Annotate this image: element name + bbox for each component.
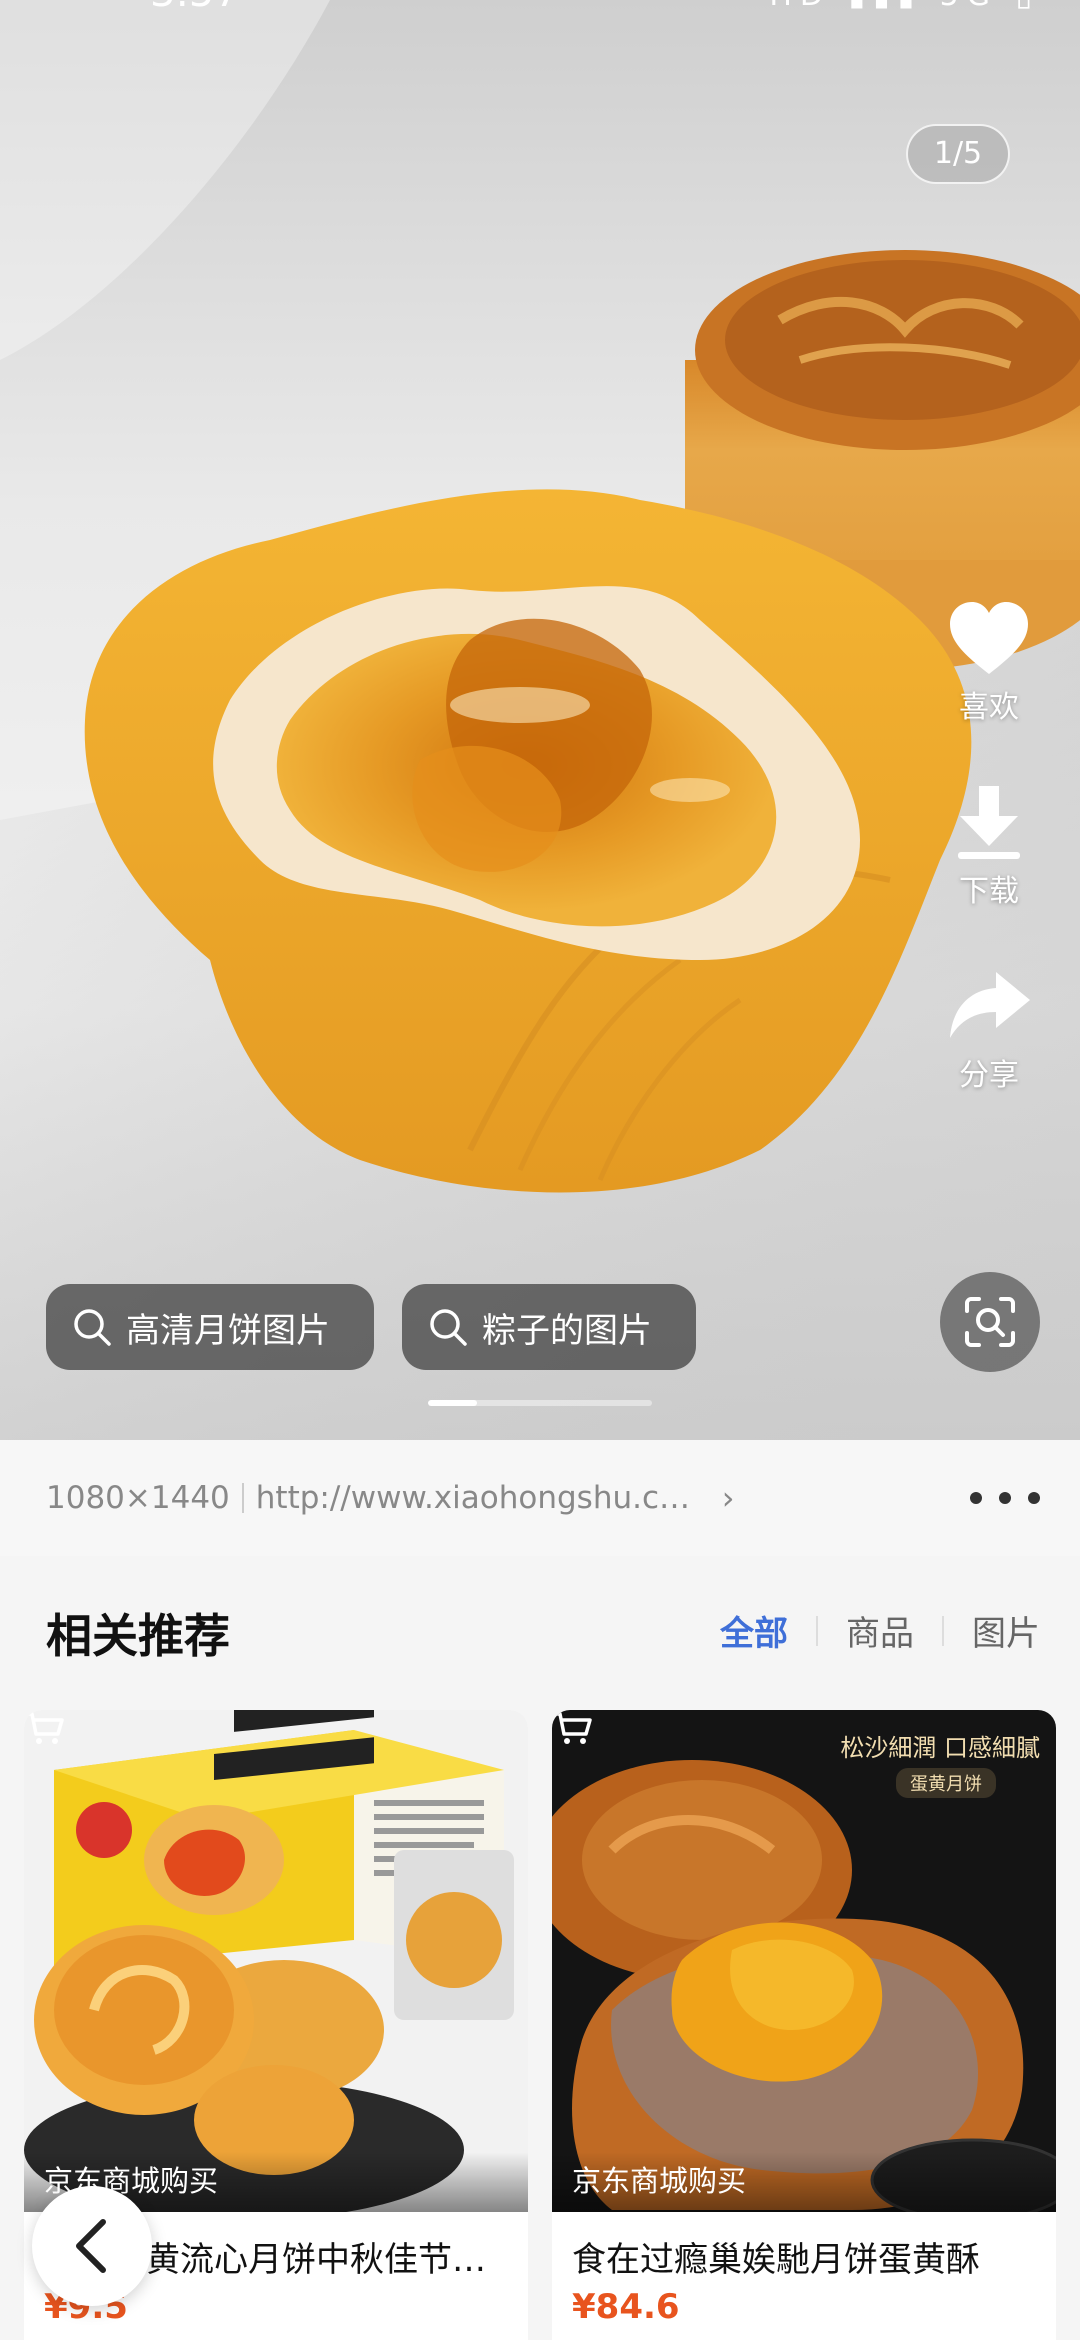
product-image: 松沙細潤 口感細膩 蛋黄月饼 京东商城购买 <box>552 1710 1056 2212</box>
like-button[interactable]: 喜欢 <box>924 598 1054 726</box>
banner-tag: 蛋黄月饼 <box>896 1768 996 1798</box>
like-label: 喜欢 <box>959 690 1019 725</box>
related-title: 相关推荐 <box>46 1609 230 1663</box>
carousel-progress <box>428 1400 652 1406</box>
share-button[interactable]: 分享 <box>924 966 1054 1094</box>
product-image: 京东商城购买 <box>24 1710 528 2212</box>
product-price: ¥84.6 <box>572 2287 680 2327</box>
tab-products[interactable]: 商品 <box>846 1606 914 1655</box>
product-name: 食在过瘾巢娭馳月饼蛋黄酥 <box>572 2240 980 2280</box>
dot <box>1028 1492 1040 1504</box>
search-chip-mooncake[interactable]: 高清月饼图片 <box>46 1284 374 1370</box>
banner-text: 松沙細潤 口感細膩 <box>840 1734 1040 1762</box>
divider <box>241 1483 244 1513</box>
status-time: 3:57 <box>150 0 240 16</box>
share-label: 分享 <box>959 1058 1019 1093</box>
mooncake-box-image <box>24 1710 528 2212</box>
image-dimensions: 1080×1440 <box>46 1480 230 1516</box>
source-url-link[interactable]: http://www.xiaohongshu.com/explore <box>256 1480 706 1516</box>
status-icons: HD ▮▮▮ 5G ▯ <box>769 0 1040 13</box>
more-options-button[interactable] <box>970 1470 1040 1526</box>
share-icon <box>950 972 1030 1038</box>
dot <box>999 1492 1011 1504</box>
search-chip-label: 高清月饼图片 <box>126 1310 330 1351</box>
chevron-right-icon[interactable]: › <box>722 1479 735 1517</box>
search-chip-label: 粽子的图片 <box>482 1310 652 1351</box>
search-chip-zongzi[interactable]: 粽子的图片 <box>402 1284 696 1370</box>
divider <box>942 1615 944 1646</box>
download-button[interactable]: 下载 <box>924 782 1054 910</box>
filter-tabs: 全部 商品 图片 <box>720 1606 1040 1655</box>
image-counter: 1/5 <box>906 124 1010 184</box>
search-icon <box>430 1309 467 1346</box>
image-viewer[interactable]: 3:57 HD ▮▮▮ 5G ▯ 1/5 喜欢 下载 分享 <box>0 0 1080 1440</box>
divider <box>816 1615 818 1646</box>
cart-icon[interactable] <box>24 1710 64 1746</box>
source-label: 京东商城购买 <box>552 2152 1056 2212</box>
back-button[interactable] <box>32 2186 152 2306</box>
search-icon <box>74 1309 111 1346</box>
chevron-left-icon <box>76 2219 106 2273</box>
cart-icon[interactable] <box>552 1710 592 1746</box>
related-section: 相关推荐 全部 商品 图片 京东商城购买 千丝奶黄流心月饼中秋佳节礼盒 ¥9.5… <box>0 1556 1080 2340</box>
download-icon <box>958 786 1020 859</box>
lens-scan-icon <box>965 1297 1015 1347</box>
image-search-button[interactable] <box>940 1272 1040 1372</box>
image-info-bar: 1080×1440 http://www.xiaohongshu.com/exp… <box>0 1440 1080 1556</box>
tab-all[interactable]: 全部 <box>720 1606 788 1655</box>
heart-icon <box>950 602 1028 674</box>
side-actions: 喜欢 下载 分享 <box>924 598 1054 1150</box>
carousel-progress-fill <box>428 1400 478 1406</box>
mooncake-photo <box>0 0 1080 1440</box>
download-label: 下载 <box>959 874 1019 909</box>
tab-images[interactable]: 图片 <box>972 1606 1040 1655</box>
product-card[interactable]: 松沙細潤 口感細膩 蛋黄月饼 京东商城购买 食在过瘾巢娭馳月饼蛋黄酥 ¥84.6 <box>552 1710 1056 2340</box>
dot <box>970 1492 982 1504</box>
